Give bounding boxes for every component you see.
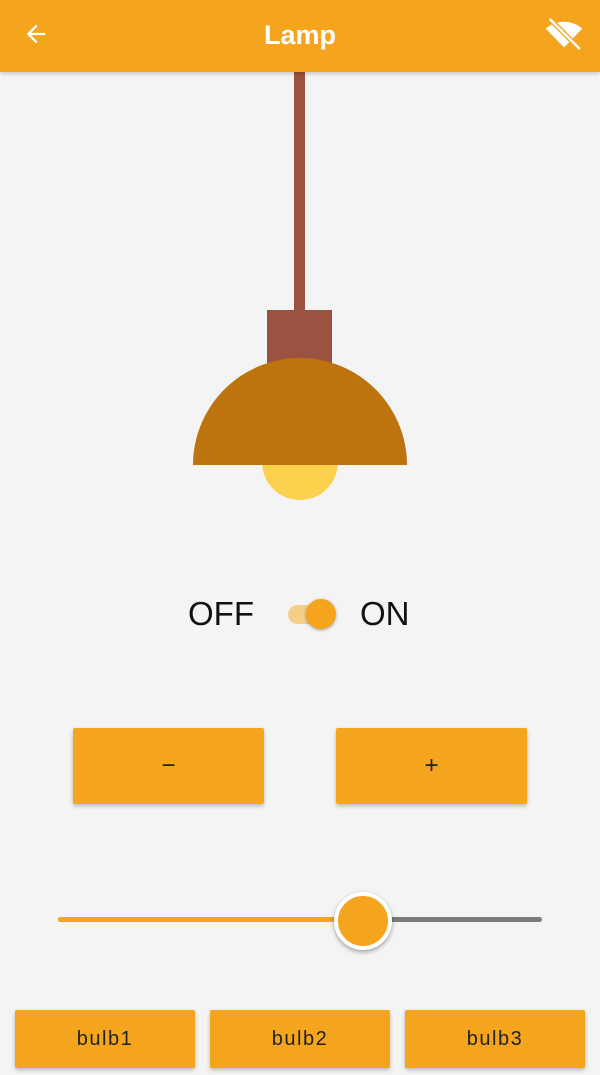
- off-label: OFF: [188, 595, 254, 632]
- on-label: ON: [360, 595, 410, 632]
- power-switch[interactable]: [284, 594, 340, 634]
- wifi-button[interactable]: [542, 12, 586, 56]
- increase-button[interactable]: +: [336, 728, 527, 804]
- switch-thumb: [306, 599, 336, 629]
- bulb2-button[interactable]: bulb2: [210, 1010, 390, 1068]
- lamp-cord: [294, 70, 305, 312]
- page-title: Lamp: [263, 20, 336, 50]
- bulb3-button[interactable]: bulb3: [405, 1010, 585, 1068]
- app-bar: Lamp: [0, 0, 600, 72]
- bulb1-button[interactable]: bulb1: [15, 1010, 195, 1068]
- lamp-socket: [267, 310, 332, 366]
- brightness-slider[interactable]: [58, 890, 542, 950]
- slider-thumb[interactable]: [334, 892, 392, 950]
- wifi-off-icon: [545, 17, 583, 51]
- lamp-shade: [193, 358, 407, 465]
- power-toggle-row: OFF ON: [0, 588, 600, 640]
- slider-fill: [58, 917, 363, 922]
- lamp-illustration: [193, 70, 407, 500]
- decrease-button[interactable]: −: [73, 728, 264, 804]
